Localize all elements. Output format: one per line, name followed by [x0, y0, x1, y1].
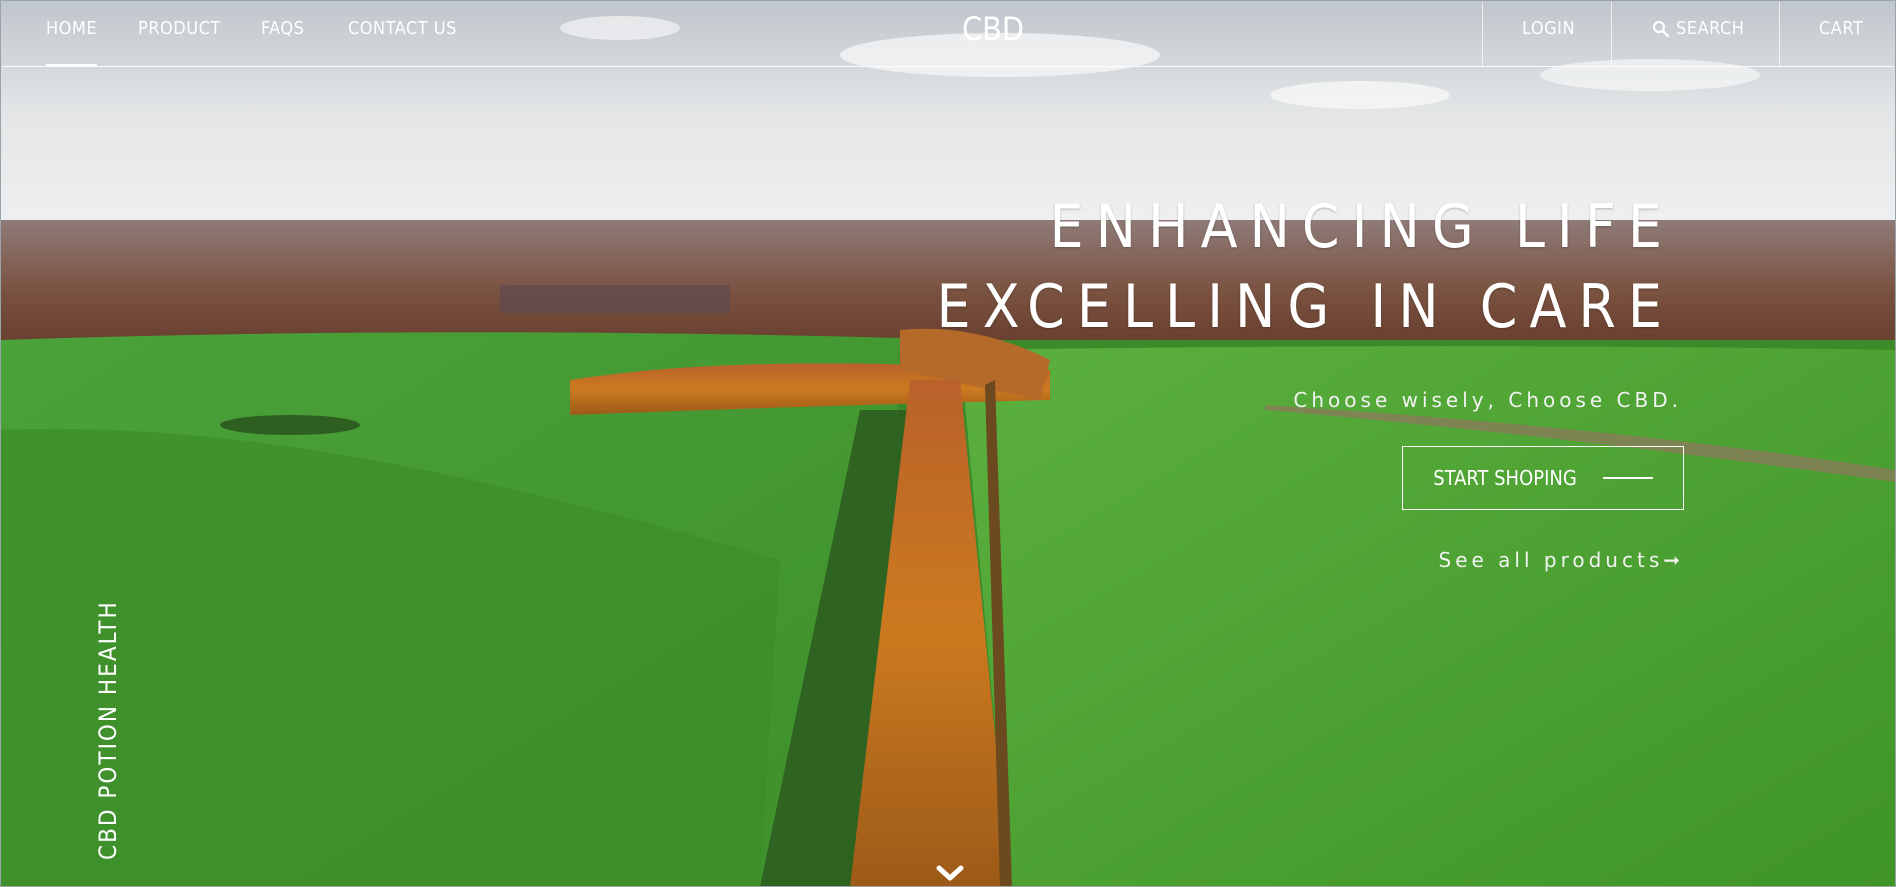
nav-search-label: SEARCH: [1676, 18, 1745, 39]
hero-headline-line-1: ENHANCING LIFE: [1049, 192, 1674, 262]
nav-divider: [1779, 2, 1780, 66]
nav-divider: [1611, 2, 1612, 66]
nav-search[interactable]: SEARCH: [1652, 2, 1744, 56]
hero-tagline: Choose wisely, Choose CBD.: [1293, 388, 1682, 412]
see-all-products-link[interactable]: See all products➞: [1439, 548, 1685, 572]
brand-logo[interactable]: CBD: [962, 2, 1024, 56]
see-all-products-label: See all products: [1438, 548, 1664, 572]
nav-login[interactable]: LOGIN: [1522, 2, 1575, 56]
hero-background-image: [0, 0, 1896, 887]
nav-faqs[interactable]: FAQS: [261, 2, 304, 56]
top-navigation: HOME PRODUCT FAQS CONTACT US CBD LOGIN S…: [2, 2, 1894, 67]
nav-cart[interactable]: CART: [1819, 2, 1863, 56]
chevron-down-icon[interactable]: [935, 862, 965, 884]
nav-home[interactable]: HOME: [46, 2, 98, 66]
arrow-right-icon: ➞: [1663, 548, 1684, 572]
side-text-label: CBD POTION HEALTH: [94, 600, 122, 860]
search-icon: [1652, 20, 1670, 38]
nav-product[interactable]: PRODUCT: [138, 2, 221, 56]
start-shopping-label: START SHOPING: [1433, 466, 1577, 490]
arrow-line-icon: [1602, 477, 1653, 479]
hero-headline-line-2: EXCELLING IN CARE: [936, 272, 1674, 342]
vertical-side-text: CBD POTION HEALTH: [94, 600, 122, 860]
start-shopping-button[interactable]: START SHOPING: [1402, 446, 1684, 510]
nav-divider: [1482, 2, 1483, 66]
hero-section: HOME PRODUCT FAQS CONTACT US CBD LOGIN S…: [0, 0, 1896, 887]
nav-contact-us[interactable]: CONTACT US: [348, 2, 457, 56]
